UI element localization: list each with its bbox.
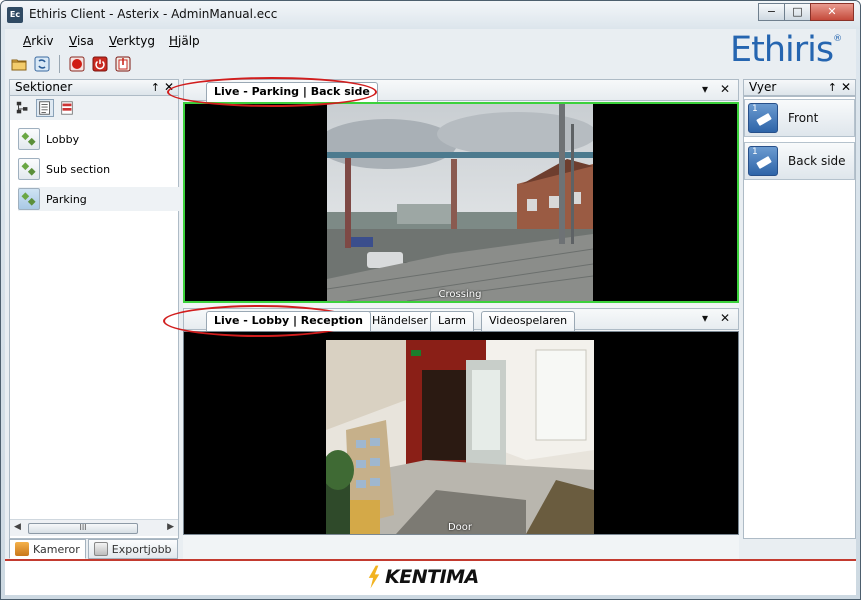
title-bar[interactable]: Ec Ethiris Client - Asterix - AdminManua… (1, 1, 860, 29)
footer: KENTIMA (5, 559, 856, 595)
section-icon (18, 188, 40, 210)
tab-larm[interactable]: Larm (430, 311, 474, 331)
menu-visa[interactable]: Visa (69, 34, 94, 48)
menu-arkiv[interactable]: Arkiv (23, 34, 54, 48)
section-item-parking[interactable]: Parking (18, 187, 180, 211)
section-item-sub-section[interactable]: Sub section (18, 157, 180, 181)
brand-name: KENTIMA (385, 566, 479, 588)
section-label: Sub section (46, 162, 111, 176)
view-icon: 1 (748, 103, 778, 133)
tab-dropdown-icon[interactable]: ▾ (702, 82, 708, 96)
sections-panel-title: Sektioner (15, 80, 73, 94)
lobby-camera-image (326, 340, 594, 534)
tree-view-icon[interactable] (14, 99, 32, 117)
tab-exportjobb[interactable]: Exportjobb (87, 539, 178, 559)
view-label: Front (788, 111, 819, 125)
pin-icon[interactable]: ↑ (151, 80, 160, 95)
list-view-icon[interactable] (36, 99, 54, 117)
tab-close-icon[interactable]: ✕ (720, 311, 730, 325)
app-icon[interactable]: Ec (7, 7, 23, 23)
camera-view-lobby[interactable]: Door (183, 331, 739, 535)
kentima-logo: KENTIMA (367, 565, 479, 589)
close-button[interactable]: ✕ (810, 3, 854, 21)
section-item-lobby[interactable]: Lobby (18, 127, 180, 151)
tab-live-parking[interactable]: Live - Parking | Back side (206, 82, 378, 102)
lightning-icon (368, 565, 380, 589)
minimize-button[interactable]: − (758, 3, 785, 21)
live-view-area: Live - Parking | Back side ▾ ✕ Crossing … (183, 79, 739, 565)
tab-videospelaren[interactable]: Videospelaren (481, 311, 576, 331)
views-panel-header: Vyer ↑ ✕ (743, 79, 856, 96)
record-icon[interactable] (67, 54, 87, 74)
camera-view-parking[interactable]: Crossing (183, 102, 739, 303)
tab-handelser[interactable]: Händelser (364, 311, 436, 331)
tab-live-lobby[interactable]: Live - Lobby | Reception (206, 311, 371, 331)
top-tabstrip: Live - Parking | Back side ▾ ✕ (183, 79, 739, 102)
sections-panel: Lobby Sub section Parking (9, 96, 180, 539)
views-panel-title: Vyer (749, 80, 777, 94)
view-label: Back side (788, 154, 846, 168)
view-button-front[interactable]: 1 Front (744, 99, 855, 137)
toolbar (9, 54, 133, 76)
tab-label: Kameror (33, 542, 80, 556)
section-label: Parking (46, 192, 87, 206)
power-icon[interactable] (90, 54, 110, 74)
panel-close-icon[interactable]: ✕ (841, 80, 851, 95)
scroll-thumb[interactable]: III (28, 523, 138, 534)
section-icon (18, 158, 40, 180)
refresh-icon[interactable] (32, 54, 52, 74)
tab-dropdown-icon[interactable]: ▾ (702, 311, 708, 325)
camera-name-label: Crossing (438, 289, 482, 300)
sections-panel-header: Sektioner ↑ ✕ (9, 79, 179, 96)
panel-tabs: Kameror Exportjobb (9, 539, 178, 559)
application-window: Ec Ethiris Client - Asterix - AdminManua… (0, 0, 861, 600)
camera-icon (15, 542, 29, 556)
tab-kameror[interactable]: Kameror (9, 539, 86, 559)
camera-feed-crossing: Crossing (327, 104, 593, 301)
ethiris-logo: Ethiris® (730, 30, 842, 70)
export-job-icon (93, 542, 108, 556)
maximize-button[interactable]: □ (784, 3, 811, 21)
bottom-tabstrip: Live - Lobby | Reception Händelser Larm … (183, 308, 739, 331)
camera-name-label: Door (447, 522, 473, 533)
tab-label: Exportjobb (111, 542, 172, 556)
menu-verktyg[interactable]: Verktyg (109, 34, 155, 48)
folder-icon[interactable] (9, 54, 29, 74)
logo-text: Ethiris (730, 30, 834, 70)
pin-icon[interactable]: ↑ (828, 80, 837, 95)
details-view-icon[interactable] (58, 99, 76, 117)
parking-camera-image (327, 104, 593, 301)
scroll-right-icon[interactable]: ▶ (167, 522, 174, 532)
menu-hjalp[interactable]: Hjälp (169, 34, 200, 48)
sections-toolbar (9, 96, 179, 120)
window-title: Ethiris Client - Asterix - AdminManual.e… (29, 7, 278, 21)
section-label: Lobby (46, 132, 80, 146)
scroll-left-icon[interactable]: ◀ (14, 522, 21, 532)
toolbar-separator (59, 55, 60, 73)
view-number: 1 (752, 147, 758, 157)
logo-mark: ® (833, 34, 842, 44)
view-button-back-side[interactable]: 1 Back side (744, 142, 855, 180)
export-icon[interactable] (113, 54, 133, 74)
tab-close-icon[interactable]: ✕ (720, 82, 730, 96)
menu-bar: Arkiv Visa Verktyg Hjälp (5, 29, 856, 53)
view-icon: 1 (748, 146, 778, 176)
window-controls: − □ ✕ (758, 3, 854, 21)
view-number: 1 (752, 104, 758, 114)
horizontal-scrollbar[interactable]: ◀ III ▶ (10, 519, 178, 536)
section-icon (18, 128, 40, 150)
views-panel: 1 Front 1 Back side (743, 96, 856, 539)
client-area: Arkiv Visa Verktyg Hjälp Ethiris® Sektio… (5, 29, 856, 595)
panel-close-icon[interactable]: ✕ (164, 80, 174, 95)
camera-feed-door: Door (326, 340, 594, 534)
